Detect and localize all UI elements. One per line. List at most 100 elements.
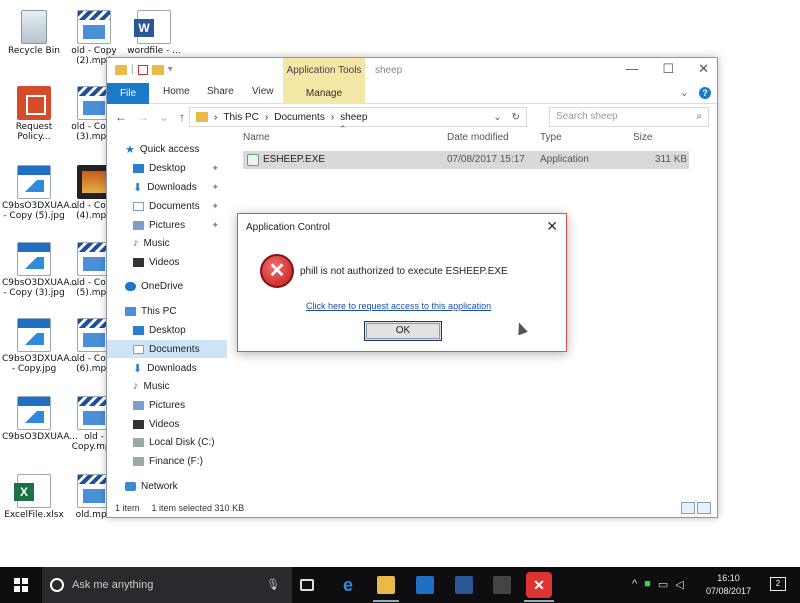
- tab-view[interactable]: View: [252, 86, 274, 97]
- nav-pc-downloads[interactable]: ⬇ Downloads: [107, 359, 227, 377]
- recent-locations-icon[interactable]: ⌄: [159, 110, 169, 124]
- title-bar: | ▾ Application Tools sheep — ☐ ✕: [107, 58, 717, 83]
- application-control-icon[interactable]: ✕: [526, 572, 552, 598]
- nav-music[interactable]: ♪ Music: [107, 234, 227, 252]
- tab-manage[interactable]: Manage: [283, 83, 365, 104]
- nav-downloads[interactable]: ⬇ Downloads ✦: [107, 178, 227, 196]
- download-icon: ⬇: [133, 181, 143, 194]
- dialog-message: phill is not authorized to execute ESHEE…: [300, 266, 508, 277]
- nav-desktop[interactable]: Desktop ✦: [107, 159, 227, 177]
- application-icon: [247, 154, 259, 166]
- ok-button[interactable]: OK: [364, 321, 442, 341]
- back-icon[interactable]: ←: [115, 110, 127, 124]
- close-icon[interactable]: ✕: [698, 61, 709, 77]
- cortana-search-box[interactable]: Ask me anything 🎙: [42, 567, 292, 603]
- nav-pictures[interactable]: Pictures ✦: [107, 216, 227, 234]
- desktop-icon-image[interactable]: C9bsO3DXUAA... - Copy.jpg: [2, 318, 78, 374]
- nav-pc-desktop[interactable]: Desktop: [107, 321, 227, 339]
- details-view-icon[interactable]: [681, 502, 695, 514]
- cortana-icon: [50, 578, 64, 592]
- download-icon: ⬇: [133, 362, 143, 375]
- desktop-icon: [133, 325, 144, 335]
- help-icon[interactable]: ?: [699, 86, 711, 99]
- videos-icon: [133, 419, 144, 429]
- desktop-icon-excel[interactable]: X ExcelFile.xlsx: [2, 474, 66, 520]
- nav-network[interactable]: Network: [107, 477, 227, 495]
- search-input[interactable]: Search sheep ⌕: [549, 107, 709, 127]
- column-name[interactable]: Name: [243, 132, 270, 143]
- tab-share[interactable]: Share: [207, 86, 234, 97]
- customize-toolbar-icon[interactable]: ▾: [168, 64, 173, 75]
- request-access-link[interactable]: Click here to request access to this app…: [306, 301, 491, 311]
- word-icon[interactable]: [455, 576, 473, 594]
- windows-start-icon[interactable]: [14, 578, 28, 592]
- music-icon: ♪: [133, 380, 139, 392]
- refresh-icon[interactable]: ↻: [512, 112, 520, 123]
- forward-icon[interactable]: →: [137, 110, 149, 124]
- column-size[interactable]: Size: [633, 132, 652, 143]
- image-file-icon: [17, 396, 51, 430]
- edge-browser-icon[interactable]: e: [339, 576, 357, 594]
- nav-finance-drive[interactable]: Finance (F:): [107, 452, 227, 470]
- nav-this-pc[interactable]: This PC: [107, 302, 227, 320]
- task-view-icon[interactable]: [300, 579, 314, 591]
- image-file-icon: [17, 165, 51, 199]
- nav-documents[interactable]: Documents ✦: [107, 197, 227, 215]
- nav-onedrive[interactable]: OneDrive: [107, 277, 227, 295]
- desktop-icon-image[interactable]: C9bsO3DXUAA... - Copy (5).jpg: [2, 165, 78, 221]
- microphone-icon[interactable]: 🎙: [266, 578, 280, 591]
- nav-pc-pictures[interactable]: Pictures: [107, 396, 227, 414]
- breadcrumb-sheep[interactable]: sheep: [340, 112, 367, 123]
- new-folder-icon[interactable]: [151, 64, 164, 75]
- sort-arrow-icon: ⌃: [339, 124, 347, 134]
- nav-videos[interactable]: Videos: [107, 253, 227, 271]
- system-tray: ^ ■ ▭ ◁: [632, 578, 684, 591]
- tab-home[interactable]: Home: [163, 86, 190, 97]
- movies-tv-icon[interactable]: [493, 576, 511, 594]
- system-clock[interactable]: 16:10 07/08/2017: [706, 572, 751, 598]
- application-tools-tab[interactable]: Application Tools: [283, 58, 365, 83]
- nav-pc-videos[interactable]: Videos: [107, 415, 227, 433]
- close-icon[interactable]: ✕: [546, 218, 558, 235]
- properties-icon[interactable]: [137, 64, 148, 75]
- network-status-icon[interactable]: ▭: [658, 578, 668, 591]
- file-explorer-icon[interactable]: [377, 576, 395, 594]
- tab-file[interactable]: File: [107, 83, 149, 104]
- show-hidden-icons-icon[interactable]: ^: [632, 578, 637, 591]
- table-row[interactable]: ESHEEP.EXE 07/08/2017 15:17 Application …: [243, 151, 689, 169]
- outlook-icon[interactable]: [416, 576, 434, 594]
- security-shield-icon[interactable]: ■: [644, 578, 651, 591]
- star-icon: ★: [125, 143, 135, 156]
- image-file-icon: [17, 318, 51, 352]
- video-file-icon: [77, 10, 111, 44]
- volume-icon[interactable]: ◁: [675, 578, 683, 591]
- minimize-icon[interactable]: —: [625, 61, 638, 77]
- nav-local-disk[interactable]: Local Disk (C:): [107, 433, 227, 451]
- pictures-icon: [133, 220, 144, 230]
- desktop-icon-recycle-bin[interactable]: Recycle Bin: [2, 10, 66, 56]
- large-icons-view-icon[interactable]: [697, 502, 711, 514]
- column-type[interactable]: Type: [540, 132, 562, 143]
- nav-pc-music[interactable]: ♪ Music: [107, 377, 227, 395]
- action-center-icon[interactable]: 2: [770, 577, 786, 591]
- disk-icon: [133, 437, 144, 447]
- folder-icon[interactable]: [115, 64, 127, 75]
- desktop-icon-request-policy[interactable]: Request Policy...: [2, 86, 66, 142]
- column-date-modified[interactable]: Date modified: [447, 132, 509, 143]
- up-icon[interactable]: ↑: [179, 110, 185, 124]
- expand-ribbon-icon[interactable]: ⌄: [680, 86, 689, 99]
- desktop-icon-image[interactable]: C9bsO3DXUAA... - Copy (3).jpg: [2, 242, 78, 298]
- breadcrumb-this-pc[interactable]: This PC: [223, 112, 259, 123]
- quick-access-toolbar: | ▾: [115, 64, 173, 75]
- desktop-icon-image[interactable]: C9bsO3DXUAA...: [2, 396, 78, 442]
- nav-quick-access[interactable]: ★ Quick access: [107, 140, 227, 158]
- maximize-icon[interactable]: ☐: [662, 61, 674, 77]
- breadcrumb-documents[interactable]: Documents: [274, 112, 325, 123]
- window-title: sheep: [375, 65, 403, 76]
- nav-pc-documents[interactable]: Documents: [107, 340, 227, 358]
- navigation-bar: ← → ⌄ ↑ › This PC › Documents › sheep ⌄ …: [107, 104, 717, 130]
- address-bar[interactable]: › This PC › Documents › sheep ⌄ ↻: [189, 107, 527, 127]
- desktop-icon-word[interactable]: W wordfile - ...: [122, 10, 186, 56]
- address-dropdown-icon[interactable]: ⌄: [493, 112, 501, 123]
- word-file-icon: W: [134, 10, 171, 44]
